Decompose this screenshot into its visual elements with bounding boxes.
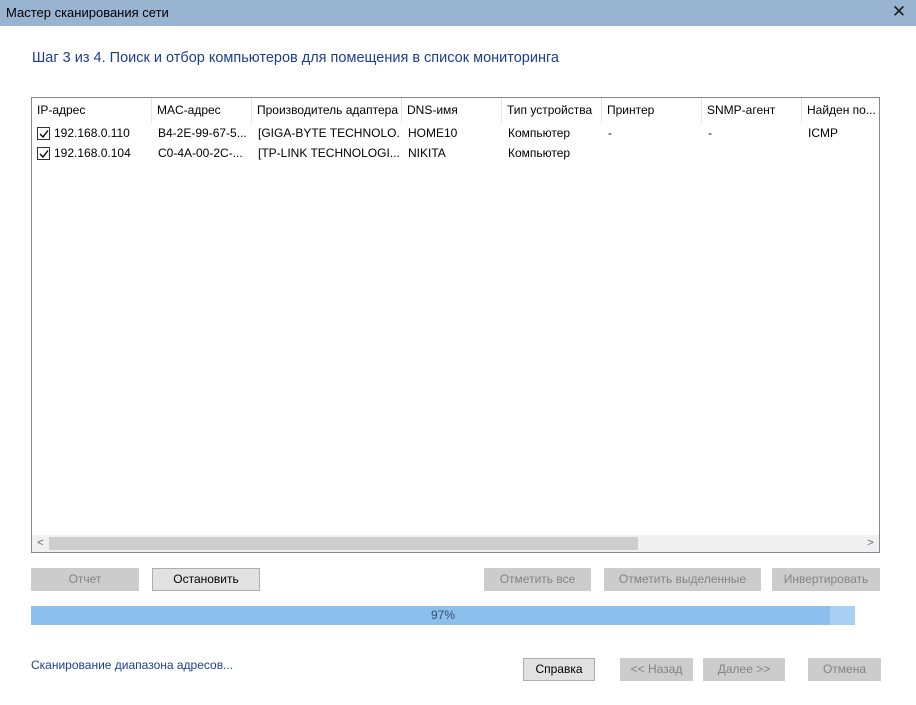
cell-ip: 192.168.0.104: [54, 146, 131, 160]
cell-ip: 192.168.0.110: [54, 126, 130, 140]
column-header-dns[interactable]: DNS-имя: [402, 98, 502, 123]
scan-range-link[interactable]: Сканирование диапазона адресов...: [31, 658, 233, 672]
cell-snmp: -: [708, 126, 712, 140]
cell-vendor: [GIGA-BYTE TECHNOLO...: [258, 126, 400, 140]
column-header-snmp[interactable]: SNMP-агент: [702, 98, 802, 123]
column-header-ip[interactable]: IP-адрес: [32, 98, 152, 123]
cell-found-by: ICMP: [808, 126, 838, 140]
table-row[interactable]: 192.168.0.104 C0-4A-00-2C-... [TP-LINK T…: [32, 143, 879, 163]
table-row[interactable]: 192.168.0.110 B4-2E-99-67-5... [GIGA-BYT…: [32, 123, 879, 143]
next-button[interactable]: Далее >>: [703, 658, 785, 681]
back-button[interactable]: << Назад: [620, 658, 693, 681]
select-selected-button[interactable]: Отметить выделенные: [604, 568, 761, 591]
stop-button[interactable]: Остановить: [152, 568, 260, 591]
column-header-mac[interactable]: MAC-адрес: [152, 98, 252, 123]
select-all-button[interactable]: Отметить все: [484, 568, 591, 591]
cell-snmp: [708, 143, 800, 163]
horizontal-scrollbar[interactable]: < >: [32, 535, 879, 552]
row-checkbox[interactable]: [37, 127, 50, 140]
help-button[interactable]: Справка: [523, 658, 595, 681]
cell-mac: C0-4A-00-2C-...: [158, 146, 243, 160]
checkmark-icon: [39, 150, 49, 159]
window-title: Мастер сканирования сети: [6, 5, 169, 20]
row-checkbox[interactable]: [37, 147, 50, 160]
step-heading: Шаг 3 из 4. Поиск и отбор компьютеров дл…: [32, 50, 559, 66]
cancel-button[interactable]: Отмена: [808, 658, 881, 681]
scroll-left-icon[interactable]: <: [32, 535, 49, 552]
invert-button[interactable]: Инвертировать: [772, 568, 880, 591]
cell-dns: HOME10: [408, 126, 458, 140]
cell-dns: NIKITA: [408, 146, 446, 160]
scan-progress-bar: 97%: [31, 606, 855, 625]
title-bar: Мастер сканирования сети ✕: [0, 0, 916, 26]
cell-found-by: [808, 143, 878, 163]
scroll-right-icon[interactable]: >: [862, 535, 879, 552]
column-header-found-by[interactable]: Найден по...: [802, 98, 879, 123]
close-icon[interactable]: ✕: [882, 0, 916, 26]
cell-device-type: Компьютер: [508, 146, 571, 160]
progress-label: 97%: [430, 608, 456, 622]
report-button[interactable]: Отчет: [31, 568, 139, 591]
computer-list[interactable]: IP-адрес MAC-адрес Производитель адаптер…: [31, 97, 880, 553]
cell-device-type: Компьютер: [508, 126, 571, 140]
cell-vendor: [TP-LINK TECHNOLOGI...: [258, 146, 400, 160]
cell-printer: [608, 143, 700, 163]
column-header-printer[interactable]: Принтер: [602, 98, 702, 123]
list-header: IP-адрес MAC-адрес Производитель адаптер…: [32, 98, 879, 123]
cell-printer: -: [608, 126, 612, 140]
cell-mac: B4-2E-99-67-5...: [158, 126, 247, 140]
column-header-device-type[interactable]: Тип устройства: [502, 98, 602, 123]
checkmark-icon: [39, 130, 49, 139]
scroll-thumb[interactable]: [49, 537, 638, 550]
column-header-vendor[interactable]: Производитель адаптера: [252, 98, 402, 123]
